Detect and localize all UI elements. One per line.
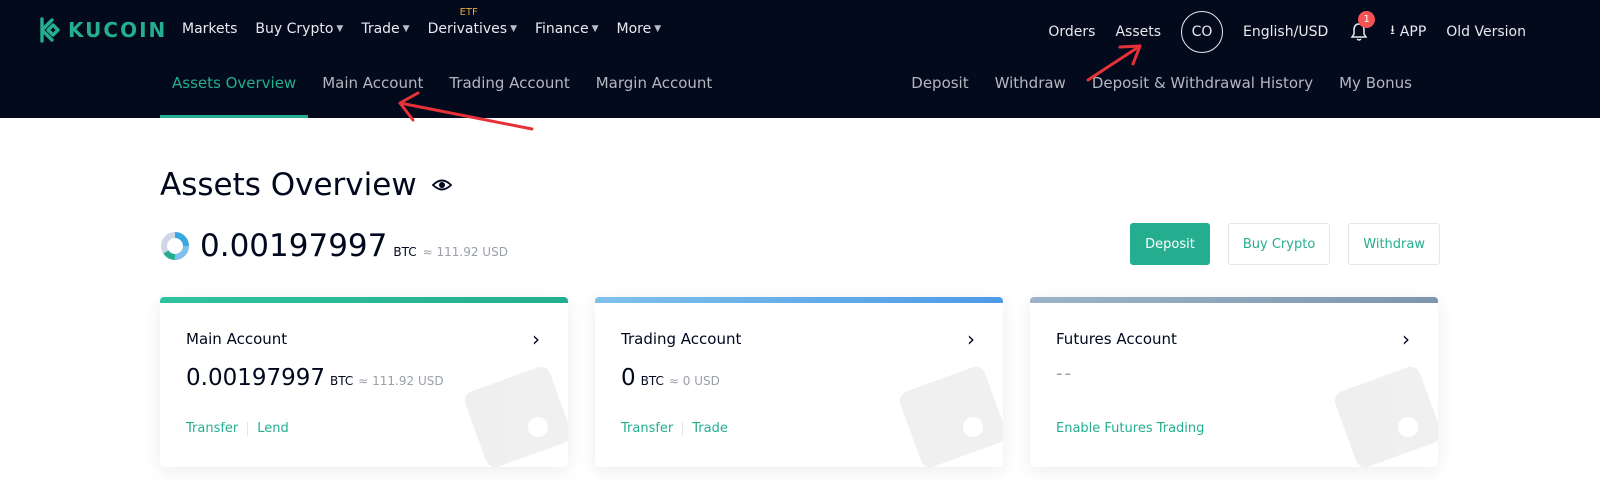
assets-subnav-right: Deposit Withdraw Deposit & Withdrawal Hi…: [885, 70, 1412, 96]
subnav-history[interactable]: Deposit & Withdrawal History: [1092, 70, 1313, 96]
eye-icon[interactable]: [431, 174, 453, 196]
card-balance-value: 0.00197997: [186, 365, 326, 391]
link-divider: [682, 421, 684, 436]
balance-usd: ≈ 111.92 USD: [422, 245, 508, 259]
nav-buy-crypto-label: Buy Crypto: [255, 21, 334, 37]
nav-trade[interactable]: Trade ▼: [361, 21, 409, 37]
chevron-down-icon: ▼: [336, 24, 344, 34]
nav-more[interactable]: More ▼: [616, 21, 661, 37]
page-title-text: Assets Overview: [160, 167, 417, 203]
wallet-watermark-icon: [464, 366, 568, 467]
nav-finance-label: Finance: [535, 21, 589, 37]
nav-markets-label: Markets: [182, 21, 238, 37]
main-nav: Markets Buy Crypto ▼ Trade ▼ ETF Derivative…: [182, 7, 679, 37]
buy-crypto-button[interactable]: Buy Crypto: [1227, 223, 1331, 265]
card-balance-usd: ≈ 111.92 USD: [358, 374, 444, 388]
download-icon: ⭳: [1390, 23, 1395, 38]
nav-derivatives[interactable]: ETF Derivatives ▼: [427, 7, 517, 37]
total-balance: 0.00197997 BTC ≈ 111.92 USD: [160, 228, 508, 264]
tab-main-account[interactable]: Main Account: [310, 70, 435, 118]
nav-trade-label: Trade: [361, 21, 400, 37]
kucoin-logo-icon: [40, 17, 60, 43]
card-balance: 0 BTC ≈ 0 USD: [621, 365, 720, 391]
card-title: Futures Account: [1056, 330, 1177, 348]
trade-link[interactable]: Trade: [692, 421, 728, 436]
nav-finance[interactable]: Finance ▼: [535, 21, 598, 37]
link-divider: [247, 421, 249, 436]
card-balance-usd: ≈ 0 USD: [668, 374, 720, 388]
language-selector[interactable]: English/USD: [1243, 24, 1328, 40]
tab-margin-account[interactable]: Margin Account: [584, 70, 725, 118]
transfer-link[interactable]: Transfer: [621, 421, 673, 436]
balance-value: 0.00197997: [200, 228, 388, 264]
tab-trading-account[interactable]: Trading Account: [437, 70, 581, 118]
notifications-button[interactable]: 1: [1348, 11, 1376, 43]
card-empty-value: --: [1056, 363, 1073, 384]
tab-assets-overview[interactable]: Assets Overview: [160, 70, 309, 118]
trading-account-card[interactable]: Trading Account › 0 BTC ≈ 0 USD Transfer…: [595, 297, 1003, 467]
transfer-link[interactable]: Transfer: [186, 421, 238, 436]
notification-badge: 1: [1358, 11, 1376, 28]
nav-buy-crypto[interactable]: Buy Crypto ▼: [255, 21, 343, 37]
nav-orders[interactable]: Orders: [1048, 24, 1095, 40]
chevron-down-icon: ▼: [591, 24, 599, 34]
card-balance-value: 0: [621, 365, 636, 391]
card-links: Transfer Trade: [621, 421, 728, 436]
etf-tag: ETF: [459, 7, 478, 18]
kucoin-logo-text: KUCOIN: [68, 18, 168, 42]
assets-subnav: Assets Overview Main Account Trading Acc…: [160, 70, 726, 118]
card-balance-unit: BTC: [640, 374, 664, 388]
app-download-button[interactable]: ⭳ APP: [1390, 21, 1426, 43]
deposit-button[interactable]: Deposit: [1130, 223, 1210, 265]
asset-distribution-icon: [161, 232, 189, 260]
card-links: Enable Futures Trading: [1056, 421, 1204, 436]
subnav-withdraw[interactable]: Withdraw: [995, 70, 1066, 96]
avatar[interactable]: CO: [1181, 11, 1224, 53]
kucoin-logo[interactable]: KUCOIN: [33, 15, 167, 45]
balance-unit: BTC: [393, 245, 417, 259]
card-title: Trading Account: [621, 330, 742, 348]
nav-derivatives-label: Derivatives: [427, 21, 508, 37]
card-accent-bar: [1030, 297, 1438, 303]
card-balance-unit: BTC: [330, 374, 354, 388]
wallet-watermark-icon: [899, 366, 1003, 467]
card-balance: 0.00197997 BTC ≈ 111.92 USD: [186, 365, 444, 391]
page-title: Assets Overview: [160, 167, 453, 203]
lend-link[interactable]: Lend: [257, 421, 289, 436]
chevron-down-icon: ▼: [510, 24, 517, 34]
card-accent-bar: [595, 297, 1003, 303]
right-nav: Orders Assets CO English/USD 1 ⭳ APP Old…: [1028, 11, 1526, 53]
main-account-card[interactable]: Main Account › 0.00197997 BTC ≈ 111.92 U…: [160, 297, 568, 467]
enable-futures-link[interactable]: Enable Futures Trading: [1056, 421, 1204, 436]
futures-account-card[interactable]: Futures Account › -- Enable Futures Trad…: [1030, 297, 1438, 467]
chevron-down-icon: ▼: [654, 24, 662, 34]
app-label: APP: [1399, 24, 1427, 40]
chevron-down-icon: ▼: [402, 24, 410, 34]
card-title: Main Account: [186, 330, 288, 348]
old-version-link[interactable]: Old Version: [1446, 24, 1526, 40]
nav-markets[interactable]: Markets: [182, 21, 237, 37]
account-cards: Main Account › 0.00197997 BTC ≈ 111.92 U…: [160, 297, 1438, 467]
subnav-deposit[interactable]: Deposit: [911, 70, 968, 96]
nav-more-label: More: [616, 21, 652, 37]
card-links: Transfer Lend: [186, 421, 289, 436]
nav-assets[interactable]: Assets: [1115, 24, 1161, 40]
action-buttons: Deposit Buy Crypto Withdraw: [1112, 223, 1440, 265]
top-navigation-bar: KUCOIN Markets Buy Crypto ▼ Trade ▼ ETF Der…: [0, 0, 1600, 118]
card-accent-bar: [160, 297, 568, 303]
withdraw-button[interactable]: Withdraw: [1348, 223, 1440, 265]
subnav-my-bonus[interactable]: My Bonus: [1339, 70, 1412, 96]
wallet-watermark-icon: [1334, 366, 1438, 467]
